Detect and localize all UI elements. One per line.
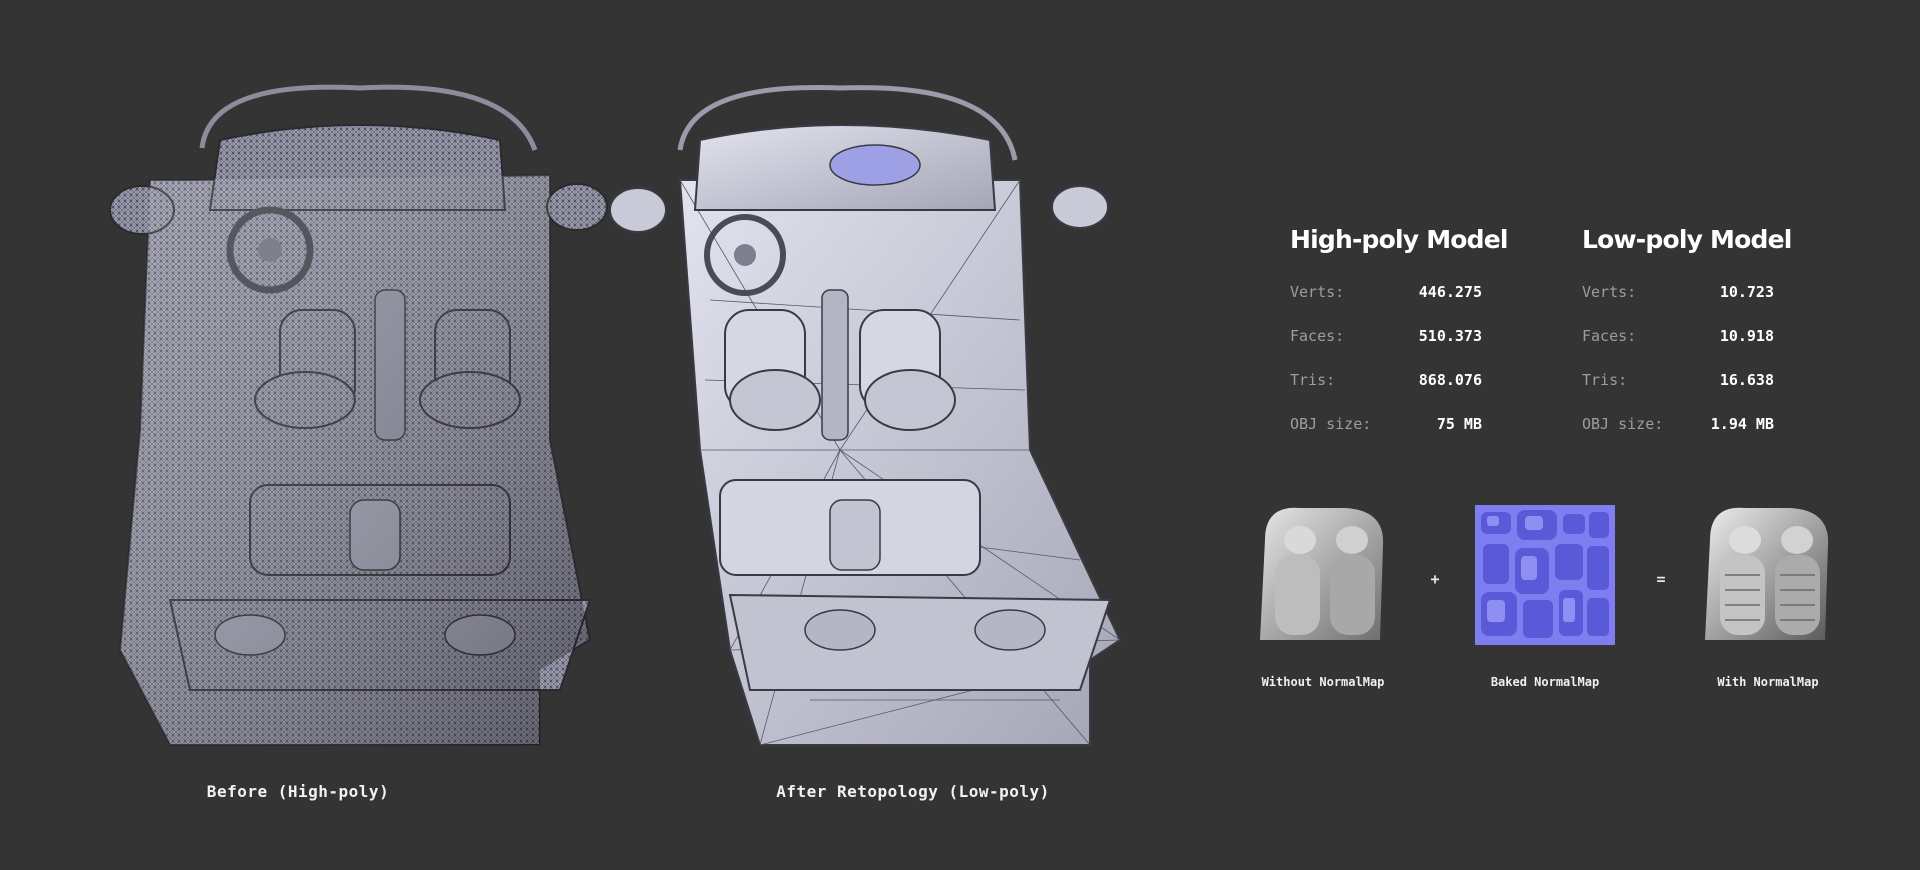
- obj-size-row: OBJ size: 75 MB: [1290, 402, 1520, 446]
- stat-value: 868.076: [1418, 371, 1482, 389]
- stat-label: OBJ size:: [1582, 415, 1664, 433]
- high-poly-stats-panel: High-poly Model Verts: 446.275 Faces: 51…: [1290, 225, 1520, 446]
- obj-size-row: OBJ size: 1.94 MB: [1582, 402, 1812, 446]
- stat-value: 75 MB: [1436, 415, 1482, 433]
- faces-row: Faces: 510.373: [1290, 314, 1520, 358]
- tris-row: Tris: 16.638: [1582, 358, 1812, 402]
- verts-row: Verts: 446.275: [1290, 270, 1520, 314]
- stat-value: 1.94 MB: [1710, 415, 1774, 433]
- with-normalmap-thumbnail: [1700, 500, 1835, 650]
- stat-label: Tris:: [1582, 371, 1628, 389]
- equals-sign: =: [1656, 570, 1666, 588]
- stat-value: 510.373: [1418, 327, 1482, 345]
- baked-normalmap-thumbnail: [1475, 500, 1615, 650]
- baked-normalmap-caption: Baked NormalMap: [1490, 675, 1600, 689]
- stat-label: Faces:: [1582, 327, 1637, 345]
- low-poly-caption: After Retopology (Low-poly): [776, 782, 1050, 801]
- low-poly-stats-panel: Low-poly Model Verts: 10.723 Faces: 10.9…: [1582, 225, 1812, 446]
- high-poly-title: High-poly Model: [1290, 225, 1508, 254]
- without-normalmap-caption: Without NormalMap: [1261, 675, 1385, 689]
- stat-label: OBJ size:: [1290, 415, 1372, 433]
- stat-label: Verts:: [1582, 283, 1637, 301]
- tris-row: Tris: 868.076: [1290, 358, 1520, 402]
- high-poly-car-render: [80, 0, 640, 780]
- low-poly-car-render: [610, 0, 1170, 780]
- stat-label: Verts:: [1290, 283, 1345, 301]
- stat-label: Tris:: [1290, 371, 1336, 389]
- with-normalmap-caption: With NormalMap: [1717, 675, 1819, 689]
- plus-sign: +: [1430, 570, 1440, 588]
- stat-value: 446.275: [1418, 283, 1482, 301]
- faces-row: Faces: 10.918: [1582, 314, 1812, 358]
- stat-value: 10.918: [1719, 327, 1774, 345]
- high-poly-caption: Before (High-poly): [206, 782, 390, 801]
- verts-row: Verts: 10.723: [1582, 270, 1812, 314]
- stat-value: 16.638: [1719, 371, 1774, 389]
- without-normalmap-thumbnail: [1255, 500, 1390, 650]
- stat-label: Faces:: [1290, 327, 1345, 345]
- low-poly-title: Low-poly Model: [1582, 225, 1792, 254]
- stat-value: 10.723: [1719, 283, 1774, 301]
